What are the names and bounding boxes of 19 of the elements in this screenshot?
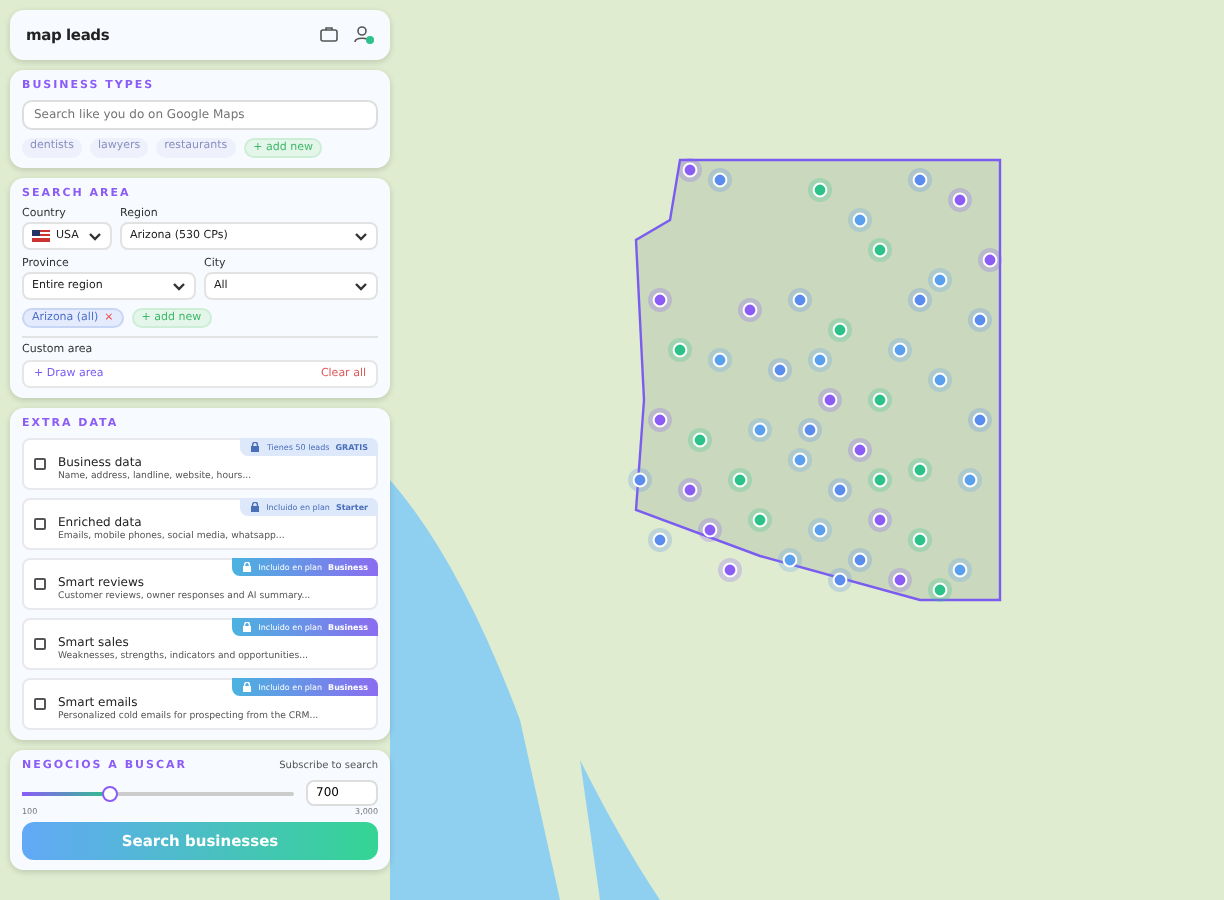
briefcase-icon[interactable]: [320, 26, 338, 42]
chevron-down-icon: [354, 231, 368, 241]
checkbox[interactable]: [34, 518, 46, 530]
chevron-down-icon: [172, 281, 186, 291]
checkbox[interactable]: [34, 578, 46, 590]
user-icon[interactable]: [354, 26, 374, 44]
flag-icon: [32, 230, 50, 242]
lock-icon: [242, 622, 253, 632]
gulf-area: [580, 760, 660, 900]
lock-icon: [250, 502, 261, 512]
chevron-down-icon: [354, 281, 368, 291]
slider-thumb[interactable]: [101, 785, 118, 801]
checkbox[interactable]: [34, 458, 46, 470]
lock-icon: [242, 562, 253, 572]
lock-icon: [242, 682, 253, 692]
checkbox[interactable]: [34, 638, 46, 650]
chevron-down-icon: [88, 231, 102, 241]
lock-icon: [250, 442, 261, 452]
checkbox[interactable]: [34, 698, 46, 710]
